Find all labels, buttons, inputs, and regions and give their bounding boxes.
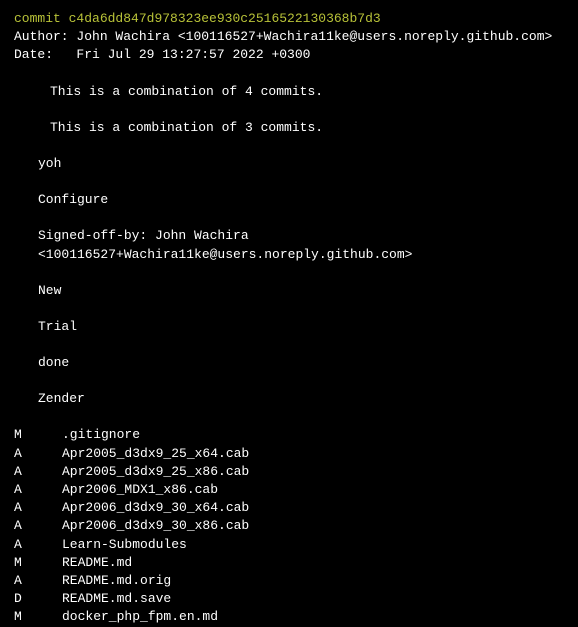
date-line: Date: Fri Jul 29 13:27:57 2022 +0300 — [14, 46, 564, 64]
commit-label: commit — [14, 11, 61, 26]
msg-line: Configure — [14, 191, 564, 209]
file-name: Apr2006_d3dx9_30_x64.cab — [62, 499, 564, 517]
file-status: A — [14, 499, 62, 517]
file-status: D — [14, 590, 62, 608]
msg-line: This is a combination of 4 commits. — [14, 83, 564, 101]
msg-line: New — [14, 282, 564, 300]
file-status: A — [14, 536, 62, 554]
file-row: M .gitignore — [14, 426, 564, 444]
file-name: Apr2006_MDX1_x86.cab — [62, 481, 564, 499]
file-row: A Apr2006_d3dx9_30_x64.cab — [14, 499, 564, 517]
file-name: Learn-Submodules — [62, 536, 564, 554]
author-line: Author: John Wachira <100116527+Wachira1… — [14, 28, 564, 46]
file-name: .gitignore — [62, 426, 564, 444]
file-name: Apr2005_d3dx9_25_x64.cab — [62, 445, 564, 463]
file-status: M — [14, 608, 62, 626]
file-row: A README.md.orig — [14, 572, 564, 590]
file-row: D README.md.save — [14, 590, 564, 608]
file-status: A — [14, 572, 62, 590]
date-value: Fri Jul 29 13:27:57 2022 +0300 — [76, 47, 310, 62]
author-value: John Wachira <100116527+Wachira11ke@user… — [76, 29, 552, 44]
msg-line: This is a combination of 3 commits. — [14, 119, 564, 137]
file-row: A Apr2006_MDX1_x86.cab — [14, 481, 564, 499]
file-list: M .gitignore A Apr2005_d3dx9_25_x64.cab … — [14, 426, 564, 626]
file-row: M docker_php_fpm.en.md — [14, 608, 564, 626]
author-label: Author: — [14, 29, 69, 44]
commit-message: This is a combination of 4 commits. This… — [14, 83, 564, 409]
file-row: A Learn-Submodules — [14, 536, 564, 554]
file-row: A Apr2006_d3dx9_30_x86.cab — [14, 517, 564, 535]
file-status: A — [14, 463, 62, 481]
msg-line: Trial — [14, 318, 564, 336]
file-row: M README.md — [14, 554, 564, 572]
msg-line: yoh — [14, 155, 564, 173]
file-status: A — [14, 517, 62, 535]
msg-line: Zender — [14, 390, 564, 408]
file-name: README.md.orig — [62, 572, 564, 590]
commit-header: commit c4da6dd847d978323ee930c2516522130… — [14, 10, 564, 28]
file-name: README.md — [62, 554, 564, 572]
date-label: Date: — [14, 47, 53, 62]
file-row: A Apr2005_d3dx9_25_x64.cab — [14, 445, 564, 463]
msg-line: done — [14, 354, 564, 372]
file-status: A — [14, 481, 62, 499]
file-name: docker_php_fpm.en.md — [62, 608, 564, 626]
file-name: README.md.save — [62, 590, 564, 608]
file-name: Apr2006_d3dx9_30_x86.cab — [62, 517, 564, 535]
commit-hash: c4da6dd847d978323ee930c2516522130368b7d3 — [69, 11, 381, 26]
file-name: Apr2005_d3dx9_25_x86.cab — [62, 463, 564, 481]
file-row: A Apr2005_d3dx9_25_x86.cab — [14, 463, 564, 481]
file-status: A — [14, 445, 62, 463]
file-status: M — [14, 426, 62, 444]
file-status: M — [14, 554, 62, 572]
msg-line: Signed-off-by: John Wachira <100116527+W… — [14, 227, 564, 263]
